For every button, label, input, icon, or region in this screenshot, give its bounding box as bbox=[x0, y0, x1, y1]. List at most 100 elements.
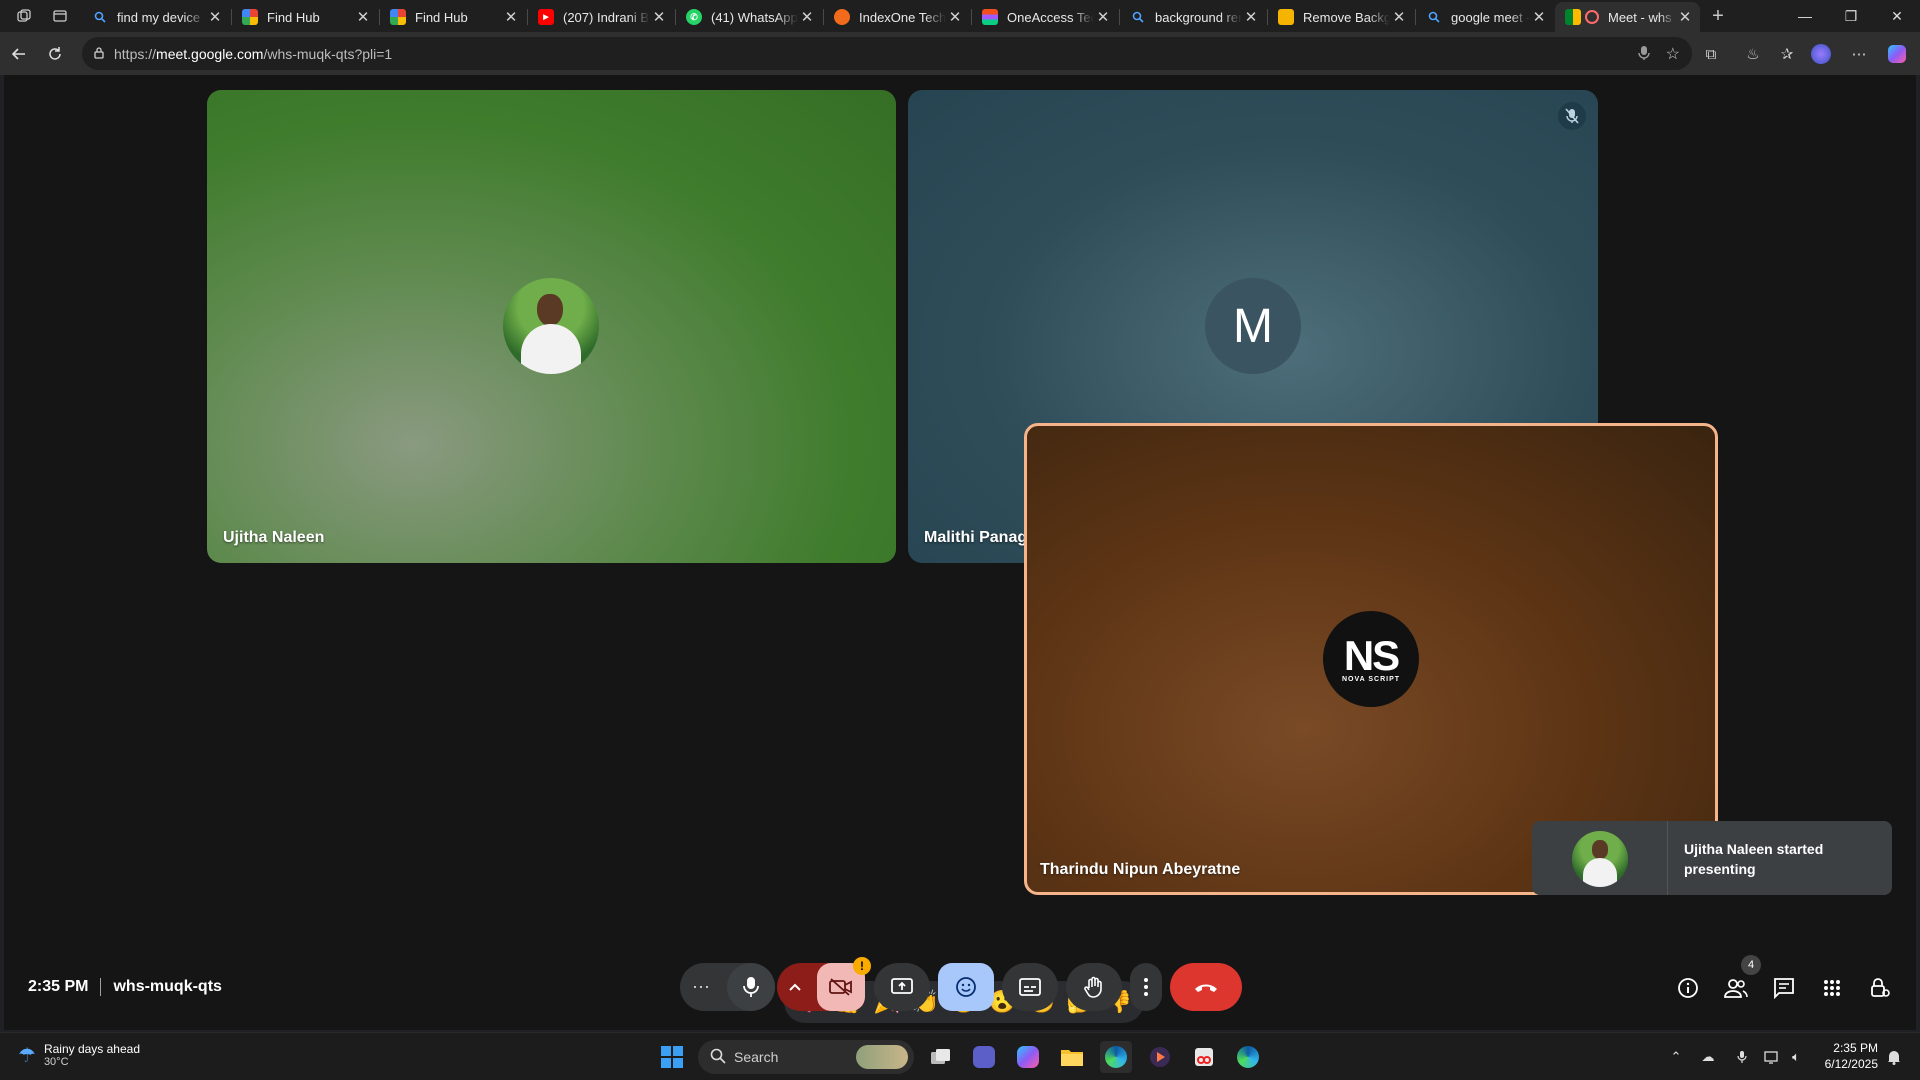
restore-icon[interactable]: ❐ bbox=[1828, 0, 1874, 32]
tab-label: (41) WhatsApp bbox=[711, 9, 798, 25]
raise-hand-icon bbox=[1084, 976, 1102, 998]
close-tab-icon[interactable]: ✕ bbox=[798, 8, 816, 26]
tab-label: background rem bbox=[1155, 9, 1242, 25]
network-icon[interactable] bbox=[1762, 1047, 1782, 1067]
profile-avatar[interactable] bbox=[1810, 43, 1832, 65]
chat-button[interactable] bbox=[1768, 972, 1800, 1004]
volume-icon[interactable]: 🔈︎ bbox=[1786, 1047, 1806, 1067]
presenting-notification: Ujitha Naleen started presenting bbox=[1532, 821, 1892, 895]
meeting-details-button[interactable] bbox=[1672, 972, 1704, 1004]
search-icon bbox=[1130, 9, 1146, 25]
people-count-badge: 4 bbox=[1741, 955, 1761, 975]
tab-2[interactable]: Find Hub ✕ bbox=[380, 2, 526, 32]
close-tab-icon[interactable]: ✕ bbox=[946, 8, 964, 26]
close-tab-icon[interactable]: ✕ bbox=[1676, 8, 1694, 26]
tab-1[interactable]: Find Hub ✕ bbox=[232, 2, 378, 32]
participant-avatar: M bbox=[1205, 278, 1301, 374]
tab-4[interactable]: ✆ (41) WhatsApp ✕ bbox=[676, 2, 822, 32]
tab-8[interactable]: Remove Backgr ✕ bbox=[1268, 2, 1414, 32]
send-reaction-button[interactable] bbox=[938, 963, 994, 1011]
close-tab-icon[interactable]: ✕ bbox=[1390, 8, 1408, 26]
people-icon bbox=[1724, 979, 1748, 998]
more-menu-icon[interactable]: ⋯ bbox=[1848, 43, 1870, 65]
people-button[interactable] bbox=[1720, 972, 1752, 1004]
site-info-icon[interactable] bbox=[92, 46, 106, 63]
find-hub-icon bbox=[390, 9, 406, 25]
activities-button[interactable] bbox=[1816, 972, 1848, 1004]
close-tab-icon[interactable]: ✕ bbox=[206, 8, 224, 26]
close-window-icon[interactable]: ✕ bbox=[1874, 0, 1920, 32]
notifications-bell-icon[interactable] bbox=[1884, 1047, 1904, 1067]
refresh-icon[interactable] bbox=[42, 41, 68, 67]
tab-7[interactable]: background rem ✕ bbox=[1120, 2, 1266, 32]
taskbar-search[interactable]: Search bbox=[698, 1040, 914, 1074]
youtube-icon: ▶ bbox=[538, 9, 554, 25]
participant-tile-ujitha[interactable]: Ujitha Naleen bbox=[207, 90, 896, 563]
close-tab-icon[interactable]: ✕ bbox=[1530, 8, 1548, 26]
snipping-tool-icon[interactable] bbox=[1188, 1041, 1220, 1073]
captions-button[interactable] bbox=[1002, 963, 1058, 1011]
microphone-button[interactable] bbox=[727, 963, 775, 1011]
present-screen-icon bbox=[891, 978, 913, 994]
copilot-taskbar-icon[interactable] bbox=[1012, 1041, 1044, 1073]
edge-taskbar-icon-active[interactable] bbox=[1100, 1041, 1132, 1073]
clock-time: 2:35 PM bbox=[1833, 1041, 1878, 1055]
close-tab-icon[interactable]: ✕ bbox=[650, 8, 668, 26]
favorite-star-icon[interactable]: ☆ bbox=[1666, 44, 1680, 64]
copilot-icon[interactable] bbox=[1886, 43, 1908, 65]
new-tab-icon[interactable]: + bbox=[1708, 5, 1728, 27]
rain-cloud-icon: ☂ bbox=[18, 1044, 36, 1067]
tab-0[interactable]: find my device - Search ✕ bbox=[82, 2, 230, 32]
microphone-tray-icon[interactable] bbox=[1732, 1047, 1752, 1067]
participant-name: Ujitha Naleen bbox=[223, 529, 325, 546]
weather-widget[interactable]: ☂ Rainy days ahead 30°C bbox=[18, 1042, 140, 1068]
system-clock[interactable]: 2:35 PM 6/12/2025 bbox=[1808, 1040, 1878, 1072]
search-highlight-image bbox=[856, 1045, 908, 1069]
close-tab-icon[interactable]: ✕ bbox=[1094, 8, 1112, 26]
url-prefix: https:// bbox=[114, 45, 157, 62]
onedrive-cloud-icon[interactable]: ☁ bbox=[1698, 1047, 1718, 1067]
extensions-icon[interactable]: ⧉ bbox=[1700, 43, 1722, 65]
show-hidden-icons-chevron-icon[interactable]: ⌃ bbox=[1666, 1047, 1686, 1067]
tab-label: IndexOne Techn bbox=[859, 9, 946, 25]
url-field[interactable]: https://meet.google.com/whs-muqk-qts?pli… bbox=[82, 37, 1692, 70]
teams-icon[interactable] bbox=[968, 1041, 1000, 1073]
tab-6[interactable]: OneAccess Tech ✕ bbox=[972, 2, 1118, 32]
close-tab-icon[interactable]: ✕ bbox=[502, 8, 520, 26]
host-controls-button[interactable] bbox=[1864, 972, 1896, 1004]
close-tab-icon[interactable]: ✕ bbox=[1242, 8, 1260, 26]
search-icon bbox=[92, 9, 108, 25]
participant-name: Malithi Panag bbox=[924, 529, 1028, 546]
minimize-icon[interactable]: — bbox=[1782, 0, 1828, 32]
browser-essentials-icon[interactable]: ♨ bbox=[1742, 43, 1764, 65]
raise-hand-button[interactable] bbox=[1066, 963, 1122, 1011]
favorites-icon[interactable]: ✰ bbox=[1776, 43, 1798, 65]
workspaces-icon[interactable] bbox=[14, 6, 34, 26]
windows-taskbar: ☂ Rainy days ahead 30°C Search ⌃ ☁ 🔈︎ 2:… bbox=[0, 1032, 1920, 1080]
task-view-icon[interactable] bbox=[925, 1041, 957, 1073]
tab-5[interactable]: IndexOne Techn ✕ bbox=[824, 2, 970, 32]
media-player-icon[interactable] bbox=[1144, 1041, 1176, 1073]
nova-script-logo: NS NOVA SCRIPT bbox=[1323, 611, 1419, 707]
tab-label: find my device - Search bbox=[117, 9, 206, 25]
tab-label: Meet - whs bbox=[1608, 9, 1672, 25]
captions-icon bbox=[1019, 978, 1041, 996]
file-explorer-icon[interactable] bbox=[1056, 1041, 1088, 1073]
tab-label: Find Hub bbox=[267, 9, 320, 25]
tab-label: Remove Backgr bbox=[1303, 9, 1390, 25]
close-tab-icon[interactable]: ✕ bbox=[354, 8, 372, 26]
back-icon[interactable] bbox=[6, 41, 32, 67]
vertical-tabs-icon[interactable] bbox=[50, 6, 70, 26]
microphone-in-use-icon[interactable] bbox=[1638, 45, 1650, 64]
audio-settings-more-icon[interactable]: ⋯ bbox=[692, 977, 710, 998]
start-menu-icon[interactable] bbox=[656, 1041, 688, 1073]
camera-options-chevron-icon[interactable] bbox=[789, 983, 801, 991]
more-options-button[interactable] bbox=[1130, 963, 1162, 1011]
leave-call-button[interactable] bbox=[1170, 963, 1242, 1011]
tab-10-active[interactable]: Meet - whs ✕ bbox=[1555, 2, 1700, 32]
tab-3[interactable]: ▶ (207) Indrani Bo ✕ bbox=[528, 2, 674, 32]
google-meet-icon bbox=[1565, 9, 1581, 25]
edge-profile-taskbar-icon[interactable] bbox=[1232, 1041, 1264, 1073]
present-screen-button[interactable] bbox=[874, 963, 930, 1011]
tab-9[interactable]: google meet - S ✕ bbox=[1416, 2, 1554, 32]
